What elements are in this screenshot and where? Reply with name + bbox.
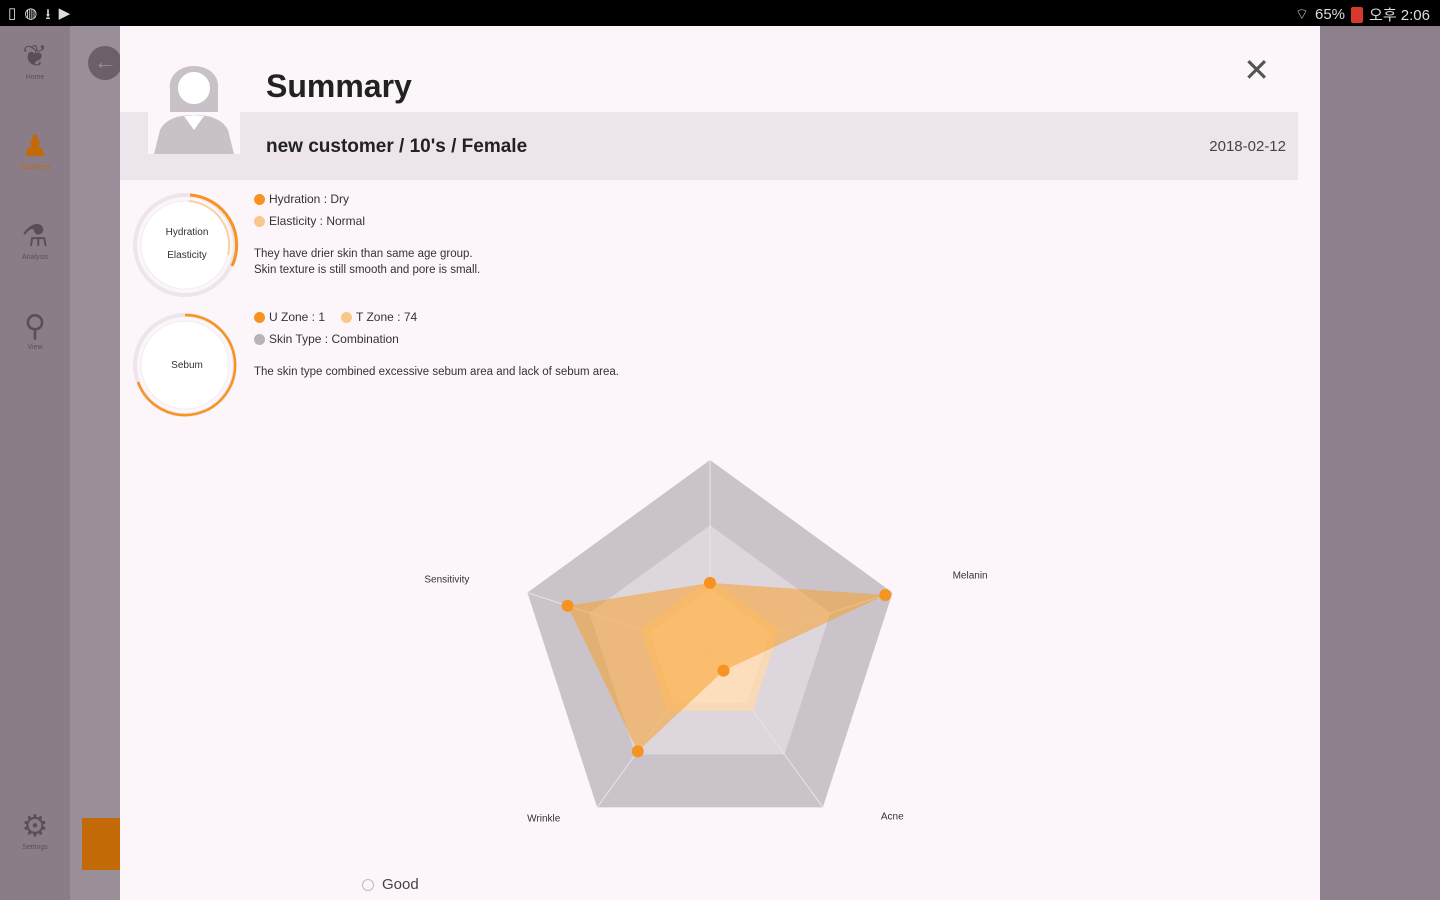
- background-orange-block: [82, 818, 120, 870]
- customer-info-bar: new customer / 10's / Female 2018-02-12: [120, 112, 1298, 180]
- back-arrow-icon[interactable]: ←: [88, 46, 122, 80]
- rail-item-settings[interactable]: ⚙ Settings: [0, 810, 70, 851]
- hydration-gauge: [133, 193, 239, 297]
- radar-label-acne: Acne: [881, 811, 904, 822]
- moisture-desc-2: Skin texture is still smooth and pore is…: [254, 264, 481, 276]
- elasticity-dot: [254, 215, 265, 227]
- radar-label-sensitivity: Sensitivity: [424, 575, 469, 586]
- skin-type-row: Skin Type : Combination: [254, 332, 619, 346]
- moisture-details: Hydration : Dry Elasticity : Normal They…: [254, 192, 480, 278]
- tzone-text: T Zone : 74: [356, 310, 418, 324]
- legend-good-label: Good: [382, 876, 419, 893]
- rail-item-view[interactable]: ⚲ View: [0, 310, 70, 351]
- background-right-shade: [1320, 26, 1440, 900]
- clock: 오후 2:06: [1369, 7, 1430, 24]
- rail-label-view: View: [27, 344, 43, 351]
- avatar-icon: [148, 50, 240, 154]
- sebum-details: U Zone : 1 T Zone : 74 Skin Type : Combi…: [254, 310, 619, 380]
- radar-point-wrinkle: [631, 745, 644, 758]
- status-bar: ▯ ◍ ⭳ ▶ ⌔ 65% 오후 2:06: [0, 0, 1440, 26]
- rail-label-customer: Customer: [19, 164, 51, 171]
- summary-modal: new customer / 10's / Female 2018-02-12 …: [120, 26, 1320, 900]
- customer-info: new customer / 10's / Female: [266, 136, 528, 157]
- sebum-desc: The skin type combined excessive sebum a…: [254, 366, 619, 378]
- rail-label-home: Home: [25, 74, 45, 81]
- wifi-icon: ⌔: [1294, 6, 1309, 23]
- search-icon: ⚲: [24, 310, 46, 343]
- elasticity-row: Elasticity : Normal: [254, 214, 480, 228]
- side-rail: ❦ Home ♟ Customer ⚗ Analysis ⚲ View ⚙ Se…: [0, 26, 70, 900]
- background-panel: [70, 26, 120, 900]
- legend-good-marker: [362, 878, 374, 891]
- rail-label-settings: Settings: [22, 844, 48, 851]
- elasticity-text: Elasticity : Normal: [269, 214, 366, 228]
- radar-label-melanin: Melanin: [953, 571, 988, 582]
- person-icon: ♟: [21, 130, 49, 163]
- chart-legend: Good: [362, 876, 419, 893]
- rail-item-customer[interactable]: ♟ Customer: [0, 130, 70, 171]
- rail-item-home[interactable]: ❦ Home: [0, 40, 70, 81]
- skin-radar-chart: PoreMelaninAcneWrinkleSensitivity: [424, 460, 988, 824]
- battery-percent: 65%: [1315, 6, 1346, 23]
- uzone-text: U Zone : 1: [269, 310, 326, 324]
- moisture-desc-1: They have drier skin than same age group…: [254, 248, 473, 260]
- hydration-text: Hydration : Dry: [269, 192, 350, 206]
- report-date: 2018-02-12: [1209, 138, 1286, 155]
- battery-icon: [1351, 6, 1364, 23]
- tzone-dot: [341, 311, 353, 323]
- radar-point-sensitivity: [561, 599, 574, 612]
- home-logo-icon: ❦: [22, 40, 48, 73]
- close-icon[interactable]: ✕: [1243, 54, 1270, 86]
- radar-point-pore: [704, 576, 716, 589]
- hydration-row: Hydration : Dry: [254, 192, 480, 206]
- microscope-icon: ⚗: [21, 220, 49, 253]
- rail-label-analysis: Analysis: [21, 254, 49, 261]
- zone-row: U Zone : 1 T Zone : 74: [254, 310, 619, 324]
- status-icons-right: ⌔ 65% 오후 2:06: [1295, 4, 1430, 25]
- radar-point-acne: [717, 664, 730, 677]
- page-title: Summary: [266, 68, 412, 104]
- sebum-gauge: [133, 313, 237, 417]
- uzone-dot: [254, 311, 265, 323]
- radar-point-melanin: [879, 589, 892, 602]
- gear-icon: ⚙: [21, 810, 49, 843]
- skin-type-dot: [254, 333, 265, 345]
- radar-label-wrinkle: Wrinkle: [527, 813, 561, 824]
- skin-type-text: Skin Type : Combination: [269, 332, 399, 346]
- hydration-dot: [254, 193, 265, 205]
- rail-item-analysis[interactable]: ⚗ Analysis: [0, 220, 70, 261]
